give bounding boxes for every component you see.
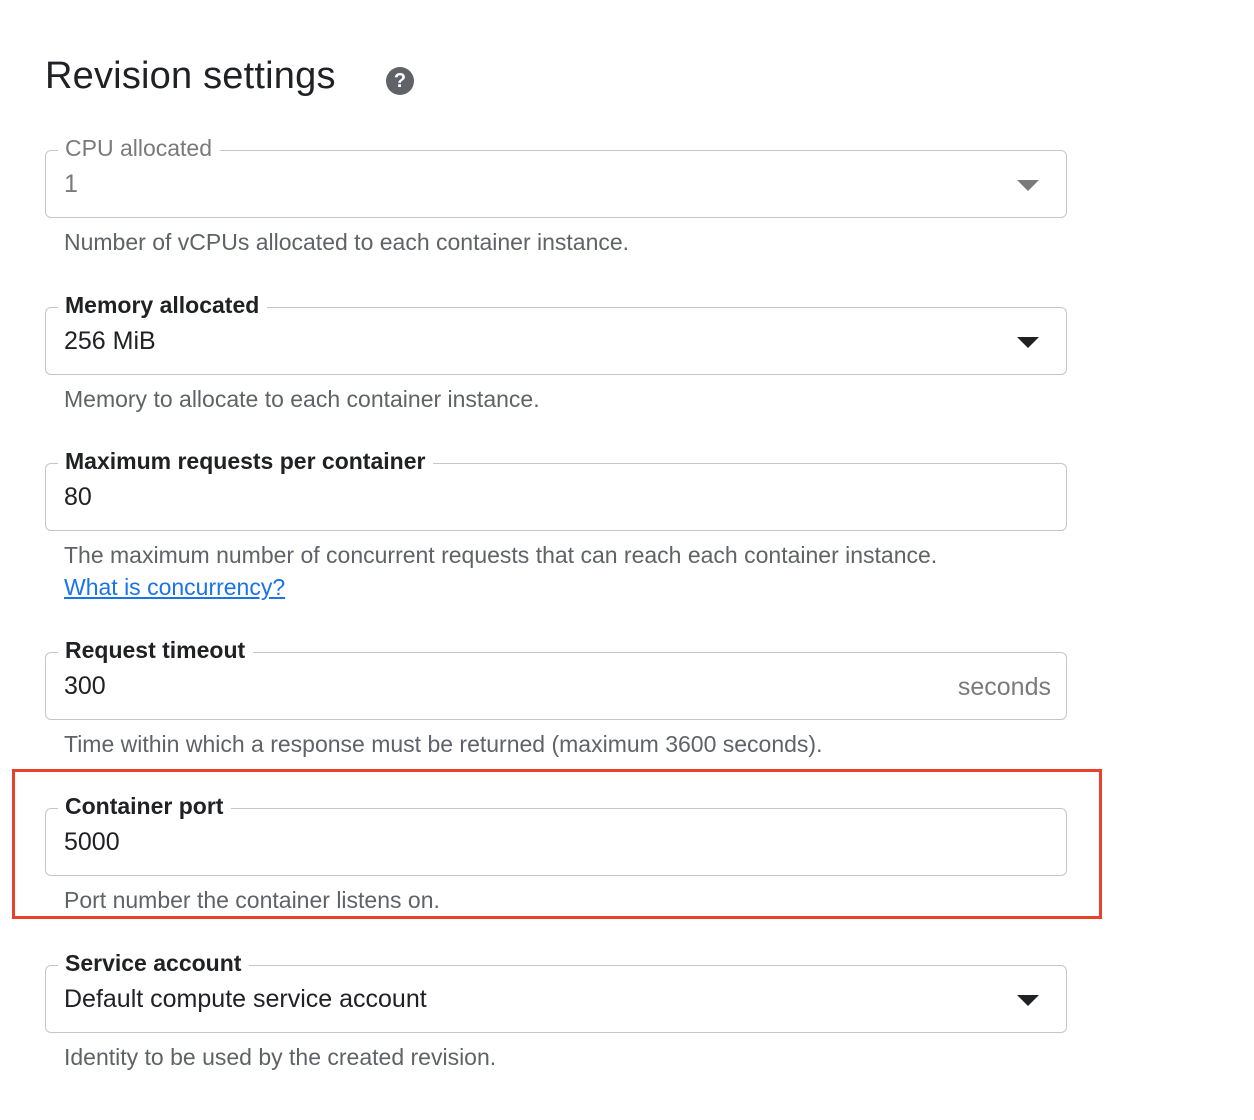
memory-allocated-select[interactable]: Memory allocated 256 MiB: [45, 290, 1067, 375]
cpu-allocated-select[interactable]: CPU allocated 1: [45, 133, 1067, 218]
memory-allocated-value: 256 MiB: [64, 327, 156, 355]
what-is-concurrency-link[interactable]: What is concurrency?: [64, 571, 285, 603]
chevron-down-icon: [1017, 995, 1039, 1006]
chevron-down-icon: [1017, 337, 1039, 348]
container-port-input[interactable]: Container port 5000: [45, 791, 1067, 876]
chevron-down-icon: [1017, 180, 1039, 191]
service-account-label: Service account: [58, 948, 250, 978]
memory-allocated-hint: Memory to allocate to each container ins…: [64, 386, 540, 412]
request-timeout-input[interactable]: Request timeout 300 seconds: [45, 635, 1067, 720]
request-timeout-value: 300: [64, 672, 106, 700]
page-title: Revision settings: [45, 55, 336, 97]
cpu-allocated-label: CPU allocated: [58, 133, 221, 163]
container-port-label: Container port: [58, 791, 232, 821]
cpu-allocated-value: 1: [64, 170, 78, 198]
container-port-hint: Port number the container listens on.: [64, 887, 440, 913]
cpu-allocated-hint: Number of vCPUs allocated to each contai…: [64, 229, 630, 255]
max-requests-label: Maximum requests per container: [58, 446, 434, 476]
service-account-hint: Identity to be used by the created revis…: [64, 1044, 497, 1070]
max-requests-value: 80: [64, 483, 92, 511]
max-requests-input[interactable]: Maximum requests per container 80: [45, 446, 1067, 531]
service-account-value: Default compute service account: [64, 985, 427, 1013]
request-timeout-hint: Time within which a response must be ret…: [64, 731, 823, 757]
request-timeout-unit: seconds: [957, 673, 1051, 701]
memory-allocated-label: Memory allocated: [58, 290, 268, 320]
service-account-select[interactable]: Service account Default compute service …: [45, 948, 1067, 1033]
container-port-value: 5000: [64, 828, 120, 856]
max-requests-hint: The maximum number of concurrent request…: [64, 542, 938, 568]
request-timeout-label: Request timeout: [58, 635, 254, 665]
revision-settings-panel: Revision settings ? CPU allocated 1 Numb…: [0, 0, 1254, 1120]
help-icon[interactable]: ?: [386, 67, 414, 95]
